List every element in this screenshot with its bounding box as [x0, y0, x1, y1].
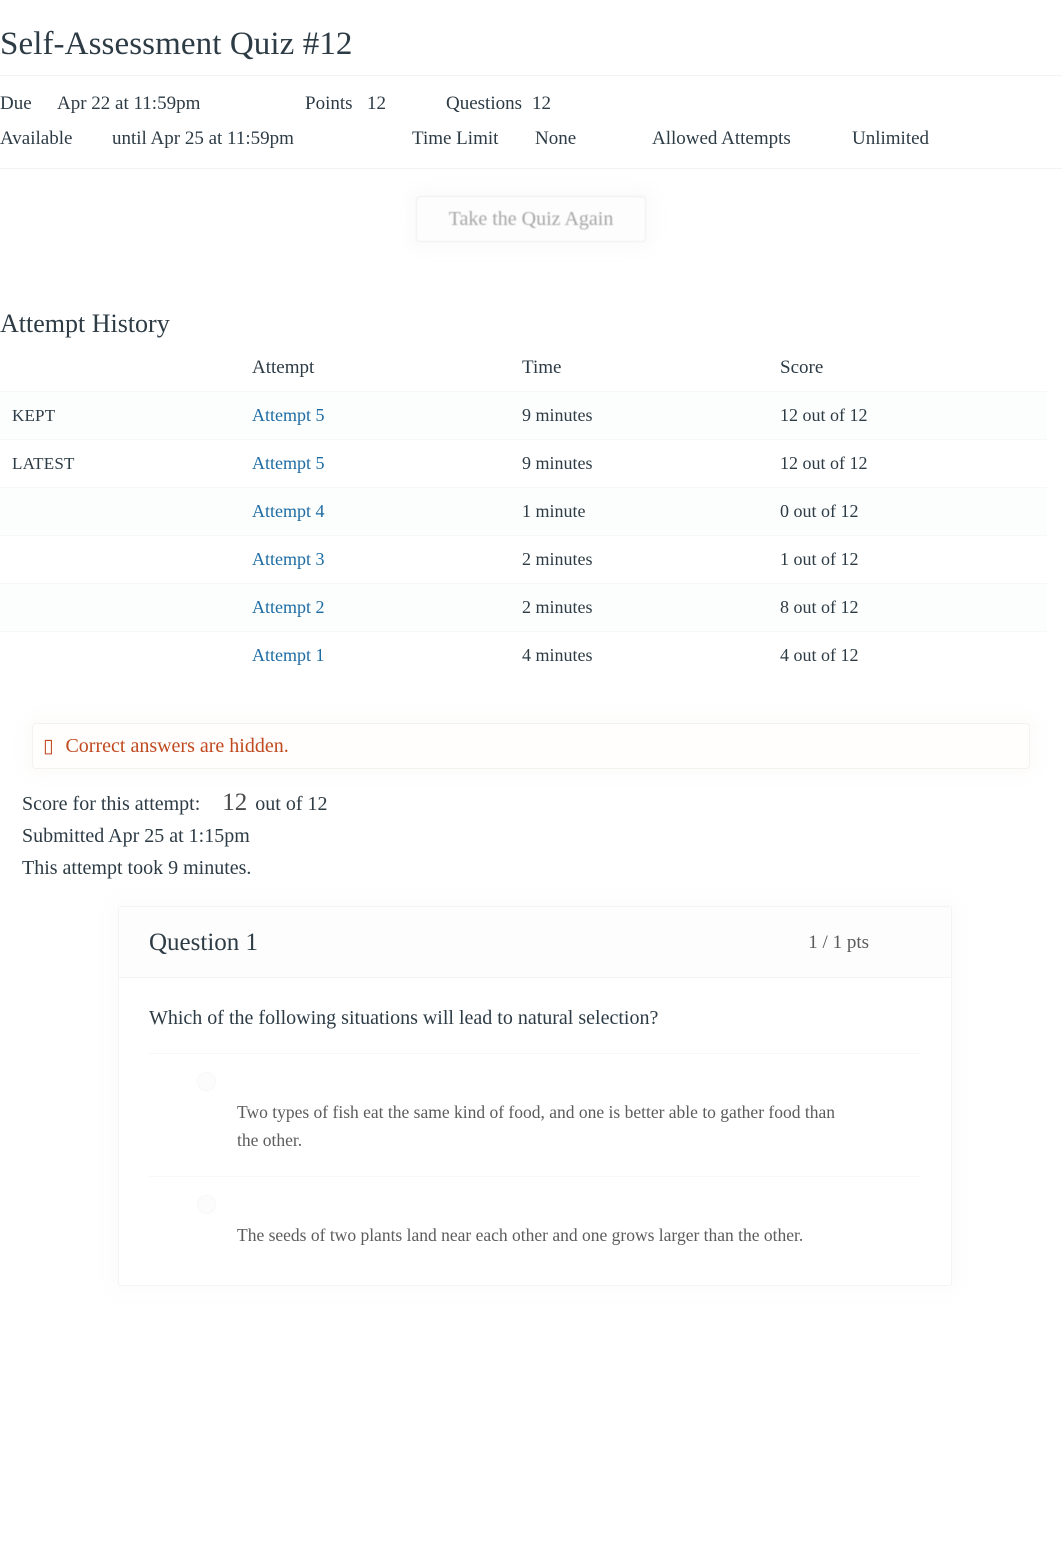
quiz-meta-row-1: Due Apr 22 at 11:59pm Points 12 Question…	[0, 86, 1062, 121]
table-row: Attempt 3 2 minutes 1 out of 12	[0, 535, 1047, 584]
questions-label: Questions	[446, 93, 522, 115]
attempt-history-heading: Attempt History	[0, 309, 170, 339]
allowed-attempts-label: Allowed Attempts	[652, 128, 791, 150]
answer-option[interactable]: The seeds of two plants land near each o…	[149, 1176, 921, 1271]
page-title: Self-Assessment Quiz #12	[0, 26, 353, 62]
attempt-time: 4 minutes	[522, 631, 780, 680]
score-label: Score for this attempt:	[22, 793, 201, 816]
warning-icon: ▯	[43, 734, 54, 757]
table-row: LATEST Attempt 5 9 minutes 12 out of 12	[0, 439, 1047, 488]
submitted-text: Submitted Apr 25 at 1:15pm	[22, 825, 250, 848]
available-label: Available	[0, 128, 73, 150]
points-value: 12	[367, 93, 386, 115]
attempt-summary: Score for this attempt: 12 out of 12 Sub…	[0, 769, 1062, 884]
column-header-time: Time	[522, 357, 562, 379]
question-card: Question 1 1 / 1 pts Which of the follow…	[118, 906, 952, 1287]
table-header-row: Attempt Time Score	[0, 347, 1047, 392]
attempt-score: 12 out of 12	[780, 439, 1047, 488]
table-row: KEPT Attempt 5 9 minutes 12 out of 12	[0, 391, 1047, 440]
attempt-history-table: Attempt Time Score KEPT Attempt 5 9 minu…	[0, 347, 1047, 680]
attempt-score: 4 out of 12	[780, 631, 1047, 680]
attempt-flag: KEPT	[12, 406, 56, 426]
attempt-time: 2 minutes	[522, 583, 780, 632]
question-points: 1 / 1 pts	[808, 932, 869, 954]
attempt-link[interactable]: Attempt 5	[252, 453, 325, 473]
take-quiz-again-button[interactable]: Take the Quiz Again	[416, 196, 646, 243]
attempt-link[interactable]: Attempt 2	[252, 597, 325, 617]
allowed-attempts-value: Unlimited	[852, 128, 930, 150]
answer-text: The seeds of two plants land near each o…	[237, 1225, 804, 1246]
quiz-results-page: Self-Assessment Quiz #12 Due Apr 22 at 1…	[0, 0, 1062, 1561]
attempt-link[interactable]: Attempt 3	[252, 549, 325, 569]
due-label: Due	[0, 93, 32, 115]
column-header-score: Score	[780, 357, 824, 379]
attempt-link[interactable]: Attempt 1	[252, 645, 325, 665]
duration-text: This attempt took 9 minutes.	[22, 857, 252, 880]
points-label: Points	[305, 93, 353, 115]
answer-option[interactable]: Two types of fish eat the same kind of f…	[149, 1053, 921, 1176]
attempt-time: 2 minutes	[522, 535, 780, 584]
attempt-time: 1 minute	[522, 487, 780, 536]
page-bottom-fade	[0, 1351, 1062, 1561]
column-header-flag	[0, 347, 252, 392]
score-line: Score for this attempt: 12 out of 12	[22, 787, 1062, 820]
question-header: Question 1 1 / 1 pts	[119, 907, 951, 979]
available-value: until Apr 25 at 11:59pm	[112, 128, 294, 150]
radio-button-icon[interactable]	[197, 1195, 216, 1215]
attempt-flag: LATEST	[12, 454, 75, 474]
attempt-score: 1 out of 12	[780, 535, 1047, 584]
question-text: Which of the following situations will l…	[149, 1007, 659, 1030]
attempt-score: 12 out of 12	[780, 391, 1047, 440]
alert-message: Correct answers are hidden.	[65, 734, 289, 757]
take-quiz-again-region: Take the Quiz Again	[0, 169, 1062, 309]
answer-text: Two types of fish eat the same kind of f…	[237, 1102, 835, 1151]
table-row: Attempt 4 1 minute 0 out of 12	[0, 487, 1047, 536]
questions-value: 12	[532, 93, 551, 115]
score-value: 12	[222, 789, 248, 817]
attempt-time: 9 minutes	[522, 439, 780, 488]
quiz-meta-header: Due Apr 22 at 11:59pm Points 12 Question…	[0, 75, 1062, 170]
due-value: Apr 22 at 11:59pm	[57, 93, 201, 115]
score-outof: out of 12	[255, 793, 328, 816]
table-row: Attempt 1 4 minutes 4 out of 12	[0, 631, 1047, 680]
attempt-link[interactable]: Attempt 4	[252, 501, 325, 521]
table-row: Attempt 2 2 minutes 8 out of 12	[0, 583, 1047, 632]
radio-button-icon[interactable]	[197, 1072, 216, 1092]
attempt-link[interactable]: Attempt 5	[252, 405, 325, 425]
time-limit-value: None	[535, 128, 577, 150]
column-header-attempt: Attempt	[252, 357, 315, 379]
attempt-score: 8 out of 12	[780, 583, 1047, 632]
question-name: Question 1	[149, 929, 259, 957]
attempt-time: 9 minutes	[522, 391, 780, 440]
question-body: Which of the following situations will l…	[119, 978, 951, 1285]
answer-list: Two types of fish eat the same kind of f…	[149, 1053, 921, 1281]
hidden-answers-alert: ▯ Correct answers are hidden.	[32, 723, 1030, 770]
quiz-meta-row-2: Available until Apr 25 at 11:59pm Time L…	[0, 121, 1062, 156]
attempt-score: 0 out of 12	[780, 487, 1047, 536]
time-limit-label: Time Limit	[412, 128, 499, 150]
